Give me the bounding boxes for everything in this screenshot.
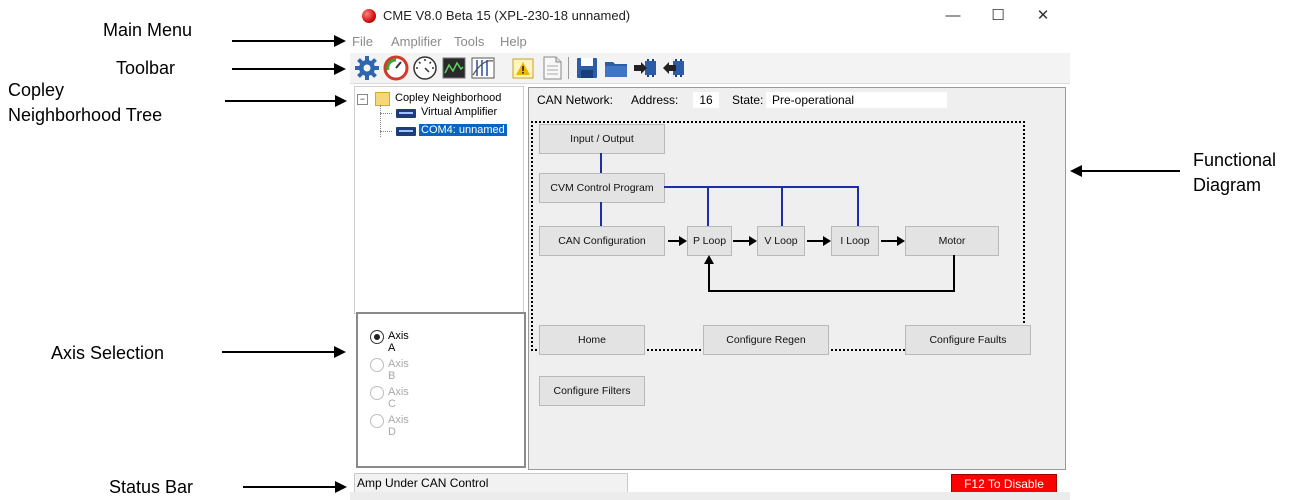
p-to-v-loop-arrow <box>733 236 757 246</box>
menu-file[interactable]: File <box>352 34 373 49</box>
functional-panel: CAN Network: Address: 16 State: Pre-oper… <box>528 87 1066 470</box>
i-loop-to-motor-arrow <box>881 236 905 246</box>
minimize-button[interactable]: — <box>933 2 973 30</box>
cvm-can-connector <box>600 202 602 226</box>
save-icon[interactable] <box>574 55 600 81</box>
feedback-line <box>708 260 710 292</box>
axis-a-label: Axis A <box>388 330 409 354</box>
cvm-control-program-button[interactable]: CVM Control Program <box>539 173 665 203</box>
axis-c-radio <box>370 386 384 400</box>
main-menu: File Amplifier Tools Help <box>350 32 1070 52</box>
v-to-i-loop-arrow <box>807 236 831 246</box>
axis-d-radio <box>370 414 384 428</box>
cme-window: CME V8.0 Beta 15 (XPL-230-18 unnamed) — … <box>350 0 1070 500</box>
window-title: CME V8.0 Beta 15 (XPL-230-18 unnamed) <box>383 8 631 23</box>
axis-c-label: Axis C <box>388 386 409 410</box>
input-output-button[interactable]: Input / Output <box>539 124 665 154</box>
copley-neighborhood-tree: − Copley Neighborhood Virtual Amplifier … <box>354 86 524 314</box>
can-configuration-button[interactable]: CAN Configuration <box>539 226 665 256</box>
tree-item-virtual-amplifier[interactable]: Virtual Amplifier <box>421 106 497 118</box>
tree-callout-line2: Neighborhood Tree <box>8 105 163 125</box>
gauge-icon[interactable] <box>383 55 409 81</box>
home-button[interactable]: Home <box>539 325 645 355</box>
status-bar-arrow <box>243 481 347 493</box>
feedback-line <box>708 290 955 292</box>
dial-icon[interactable] <box>412 55 438 81</box>
motor-button[interactable]: Motor <box>905 226 999 256</box>
cvm-bus-line <box>664 186 859 188</box>
address-value: 16 <box>693 92 719 108</box>
menu-help[interactable]: Help <box>500 34 527 49</box>
folder-icon[interactable] <box>603 55 629 81</box>
disable-indicator[interactable]: F12 To Disable <box>951 474 1057 494</box>
amplifier-icon <box>396 127 416 136</box>
axis-selection-panel: Axis A Axis B Axis C Axis D <box>356 312 526 468</box>
axis-b-radio <box>370 358 384 372</box>
p-loop-button[interactable]: P Loop <box>687 226 732 256</box>
maximize-button[interactable]: ☐ <box>978 2 1018 30</box>
status-bar-callout: Status Bar <box>109 477 194 497</box>
axis-selection-arrow <box>222 346 346 358</box>
menu-amplifier[interactable]: Amplifier <box>391 34 442 49</box>
close-button[interactable]: ✕ <box>1023 2 1063 30</box>
tree-root-label[interactable]: Copley Neighborhood <box>395 92 501 104</box>
feedback-arrowhead <box>704 255 714 264</box>
cvm-to-v-loop-connector <box>781 186 783 227</box>
tree-item-label: Virtual Amplifier <box>421 106 498 118</box>
tree-connector <box>380 113 392 114</box>
state-value: Pre-operational <box>766 92 947 108</box>
document-icon[interactable] <box>539 55 565 81</box>
tree-connector <box>380 105 381 137</box>
main-menu-callout: Main Menu <box>103 20 193 40</box>
configure-faults-button[interactable]: Configure Faults <box>905 325 1031 355</box>
status-bar <box>350 492 1070 500</box>
feedback-line <box>953 255 955 292</box>
cvm-to-p-loop-connector <box>707 186 709 227</box>
app-icon <box>362 9 376 23</box>
tree-connector <box>380 131 392 132</box>
toolbar <box>350 53 1070 84</box>
folder-icon <box>375 92 390 106</box>
chart-icon[interactable] <box>470 55 496 81</box>
state-label: State: <box>732 93 764 107</box>
title-bar: CME V8.0 Beta 15 (XPL-230-18 unnamed) — … <box>350 0 1070 32</box>
toolbar-separator <box>568 57 569 79</box>
i-loop-button[interactable]: I Loop <box>831 226 879 256</box>
main-menu-arrow <box>232 35 346 47</box>
functional-diagram-arrow <box>1070 165 1180 177</box>
toolbar-arrow <box>232 63 346 75</box>
configure-filters-button[interactable]: Configure Filters <box>539 376 645 406</box>
tree-item-label: COM4: unnamed <box>419 124 507 136</box>
gear-icon[interactable] <box>354 55 380 81</box>
cvm-to-i-loop-connector <box>857 186 859 227</box>
download-icon[interactable] <box>632 55 658 81</box>
address-label: Address: <box>631 93 679 107</box>
tree-item-com4[interactable]: COM4: unnamed <box>419 124 507 136</box>
configure-regen-button[interactable]: Configure Regen <box>703 325 829 355</box>
axis-selection-callout: Axis Selection <box>51 343 165 363</box>
tree-collapse-toggle[interactable]: − <box>357 94 368 105</box>
status-bar-message: Amp Under CAN Control <box>354 473 628 493</box>
functional-diagram-callout-line1: Functional <box>1193 150 1277 170</box>
tree-callout-line1: Copley <box>8 80 65 100</box>
scope-icon[interactable] <box>441 55 467 81</box>
functional-diagram-callout-line2: Diagram <box>1193 175 1262 195</box>
axis-d-label: Axis D <box>388 414 409 438</box>
v-loop-button[interactable]: V Loop <box>757 226 805 256</box>
io-cvm-connector <box>600 153 602 173</box>
tree-arrow <box>225 95 347 107</box>
can-to-p-loop-arrow <box>668 236 687 246</box>
can-network-label: CAN Network: <box>537 93 614 107</box>
toolbar-callout: Toolbar <box>116 58 176 78</box>
warning-icon[interactable] <box>510 55 536 81</box>
amplifier-icon <box>396 109 416 118</box>
axis-a-radio[interactable] <box>370 330 384 344</box>
menu-tools[interactable]: Tools <box>454 34 484 49</box>
upload-icon[interactable] <box>660 55 686 81</box>
axis-b-label: Axis B <box>388 358 409 382</box>
